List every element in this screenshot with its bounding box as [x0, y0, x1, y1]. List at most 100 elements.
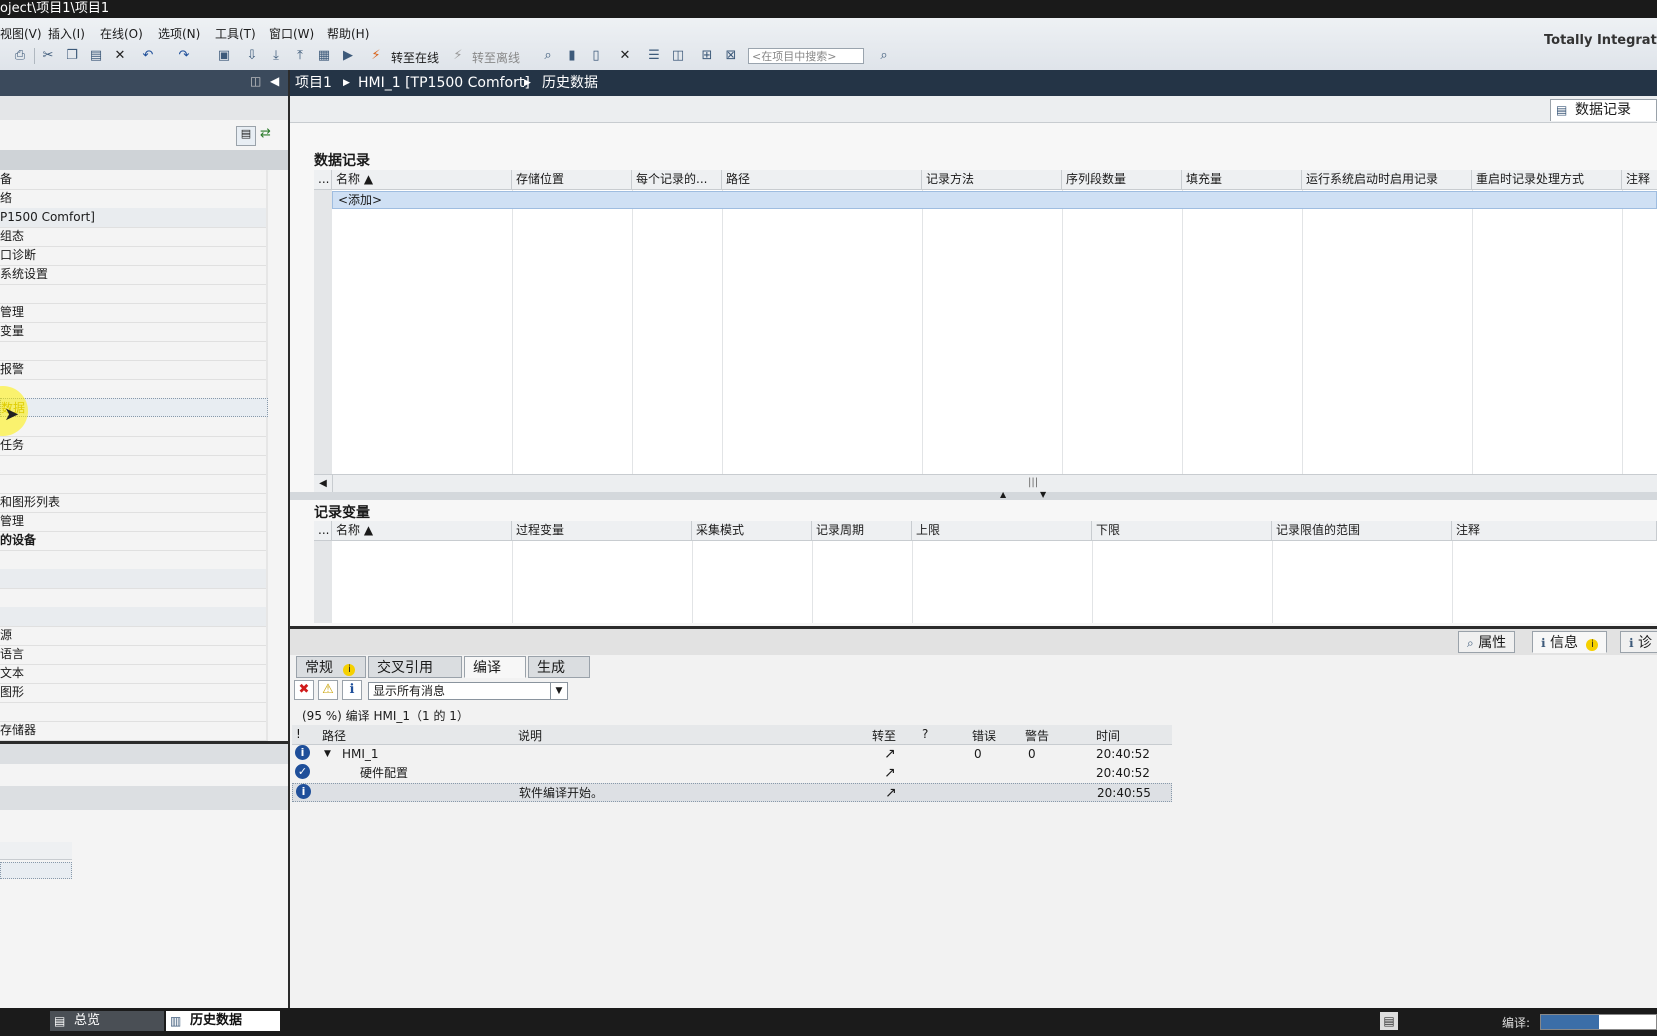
unlink-icon[interactable]: ⊠	[723, 48, 739, 64]
chevron-down-icon[interactable]: ▼	[550, 683, 567, 699]
tree-item[interactable]: 报警	[0, 360, 268, 380]
col-header-limit-range[interactable]: 记录限值的范围	[1272, 521, 1452, 540]
overview-task[interactable]: ▤ 总览	[50, 1011, 164, 1031]
search-icon[interactable]: ⌕	[876, 48, 892, 64]
col-header-path[interactable]: 路径	[722, 170, 922, 189]
col-header-help[interactable]: ?	[922, 727, 928, 741]
menu-insert[interactable]: 插入(I)	[48, 25, 85, 42]
go-offline-icon[interactable]: ⚡	[450, 48, 466, 64]
panel-layout-icon[interactable]: ◫	[250, 74, 261, 88]
tree-item[interactable]: 的设备	[0, 531, 268, 551]
scroll-grip-icon[interactable]: |||	[1028, 477, 1038, 488]
tree-item-selected[interactable]: 数据	[0, 398, 268, 417]
simulate-icon[interactable]: ▦	[316, 48, 332, 64]
tree-item[interactable]: 存储器	[0, 721, 268, 741]
tree-item[interactable]: 系统设置	[0, 265, 268, 285]
menu-options[interactable]: 选项(N)	[158, 25, 200, 42]
menu-view[interactable]: 视图(V)	[0, 25, 42, 42]
tree-item[interactable]: 图形	[0, 683, 268, 703]
col-header-lower[interactable]: 下限	[1092, 521, 1272, 540]
tab-properties[interactable]: ⌕ 属性	[1458, 631, 1516, 653]
tree-item[interactable]: 任务	[0, 436, 268, 456]
filter-warnings-button[interactable]: ⚠	[318, 680, 338, 700]
go-online-icon[interactable]: ⚡	[368, 48, 384, 64]
history-task[interactable]: ▥ 历史数据	[166, 1011, 280, 1031]
goto-arrow-icon[interactable]: ↗	[884, 764, 896, 783]
download-device-icon[interactable]: ⤓	[268, 48, 284, 64]
col-header-segments[interactable]: 序列段数量	[1062, 170, 1182, 189]
col-header-fill[interactable]: 填充量	[1182, 170, 1302, 189]
col-header-acquisition[interactable]: 采集模式	[692, 521, 812, 540]
col-header-restart[interactable]: 重启时记录处理方式	[1472, 170, 1622, 189]
splitter[interactable]: ▲ ▼	[290, 490, 1657, 500]
tree-view-icon[interactable]: ▤	[236, 126, 256, 146]
filter-errors-button[interactable]: ✖	[294, 680, 314, 700]
menu-tools[interactable]: 工具(T)	[215, 25, 256, 42]
start-simulation-icon[interactable]: ▶	[340, 48, 356, 64]
menu-online[interactable]: 在线(O)	[100, 25, 143, 42]
message-filter-select[interactable]: 显示所有消息 ▼	[368, 682, 568, 700]
col-header-comment[interactable]: 注释	[1622, 170, 1657, 189]
tree-item[interactable]: 管理	[0, 512, 268, 532]
go-offline-button[interactable]: 转至离线	[472, 49, 520, 66]
start-cpu-icon[interactable]: ▮	[564, 48, 580, 64]
copy-icon[interactable]: ❐	[64, 48, 80, 64]
tree-item[interactable]: 变量	[0, 322, 268, 342]
redo-icon[interactable]: ↷	[176, 48, 192, 64]
tree-item[interactable]	[0, 417, 268, 437]
col-header-time[interactable]: 时间	[1096, 727, 1120, 744]
tree-item[interactable]: 文本	[0, 664, 268, 684]
tree-item[interactable]	[0, 702, 268, 722]
col-header-severity[interactable]: !	[296, 727, 301, 741]
tree-item[interactable]	[0, 607, 268, 627]
delete-icon[interactable]: ✕	[112, 48, 128, 64]
tree-item[interactable]: 组态	[0, 227, 268, 247]
tree-item[interactable]: P1500 Comfort]	[0, 208, 268, 228]
tree-item[interactable]: 管理	[0, 303, 268, 323]
col-header-goto[interactable]: 转至	[872, 727, 896, 744]
collapse-panel-icon[interactable]: ◀	[270, 74, 279, 88]
go-online-button[interactable]: 转至在线	[391, 49, 439, 66]
tree-item[interactable]	[0, 284, 268, 304]
tab-cross-reference[interactable]: 交叉引用	[368, 656, 462, 678]
message-row-selected[interactable]: i 软件编译开始。 ↗ 20:40:55	[292, 783, 1172, 802]
tree-item[interactable]	[0, 455, 268, 475]
tab-compile[interactable]: 编译	[464, 656, 526, 678]
col-header-warnings[interactable]: 警告	[1025, 727, 1049, 744]
print-icon[interactable]: ⎙	[12, 48, 28, 64]
tree-item[interactable]: 络	[0, 189, 268, 209]
tree-item[interactable]	[0, 550, 268, 570]
col-header-process-tag[interactable]: 过程变量	[512, 521, 692, 540]
tree-item[interactable]: 备	[0, 170, 268, 190]
col-header-cycle[interactable]: 记录周期	[812, 521, 912, 540]
tree-sync-icon[interactable]: ⇄	[260, 126, 271, 141]
tree-item[interactable]: 语言	[0, 645, 268, 665]
col-header-comment[interactable]: 注释	[1452, 521, 1657, 540]
splitter-down-icon[interactable]: ▼	[1040, 490, 1046, 499]
split-vertical-icon[interactable]: ◫	[670, 48, 686, 64]
expand-icon[interactable]: ▼	[324, 745, 331, 764]
tree-item[interactable]	[0, 474, 268, 494]
scroll-left-icon[interactable]: ◀	[314, 475, 333, 493]
tree-item[interactable]	[0, 341, 268, 361]
tab-info[interactable]: ℹ 信息 i	[1532, 631, 1608, 653]
accessible-devices-icon[interactable]: ⌕	[540, 48, 556, 64]
menu-help[interactable]: 帮助(H)	[327, 25, 369, 42]
col-header[interactable]: ...	[314, 521, 332, 540]
undo-icon[interactable]: ↶	[140, 48, 156, 64]
col-header-upper[interactable]: 上限	[912, 521, 1092, 540]
tab-general[interactable]: 常规 i	[296, 656, 366, 678]
paste-icon[interactable]: ▤	[88, 48, 104, 64]
split-horizontal-icon[interactable]: ☰	[646, 48, 662, 64]
close-icon[interactable]: ✕	[617, 48, 633, 64]
tree-item[interactable]	[0, 588, 268, 608]
col-header-description[interactable]: 说明	[518, 727, 542, 744]
tree-item[interactable]	[0, 569, 268, 589]
horizontal-scrollbar[interactable]: ◀ |||	[314, 474, 1657, 493]
filter-info-button[interactable]: ℹ	[342, 680, 362, 700]
tree-item[interactable]: 源	[0, 626, 268, 646]
col-header-name[interactable]: 名称 ▲	[332, 170, 512, 189]
tree-item[interactable]: 口诊断	[0, 246, 268, 266]
col-header-per-record[interactable]: 每个记录的...	[632, 170, 722, 189]
tree-item[interactable]	[0, 379, 268, 399]
